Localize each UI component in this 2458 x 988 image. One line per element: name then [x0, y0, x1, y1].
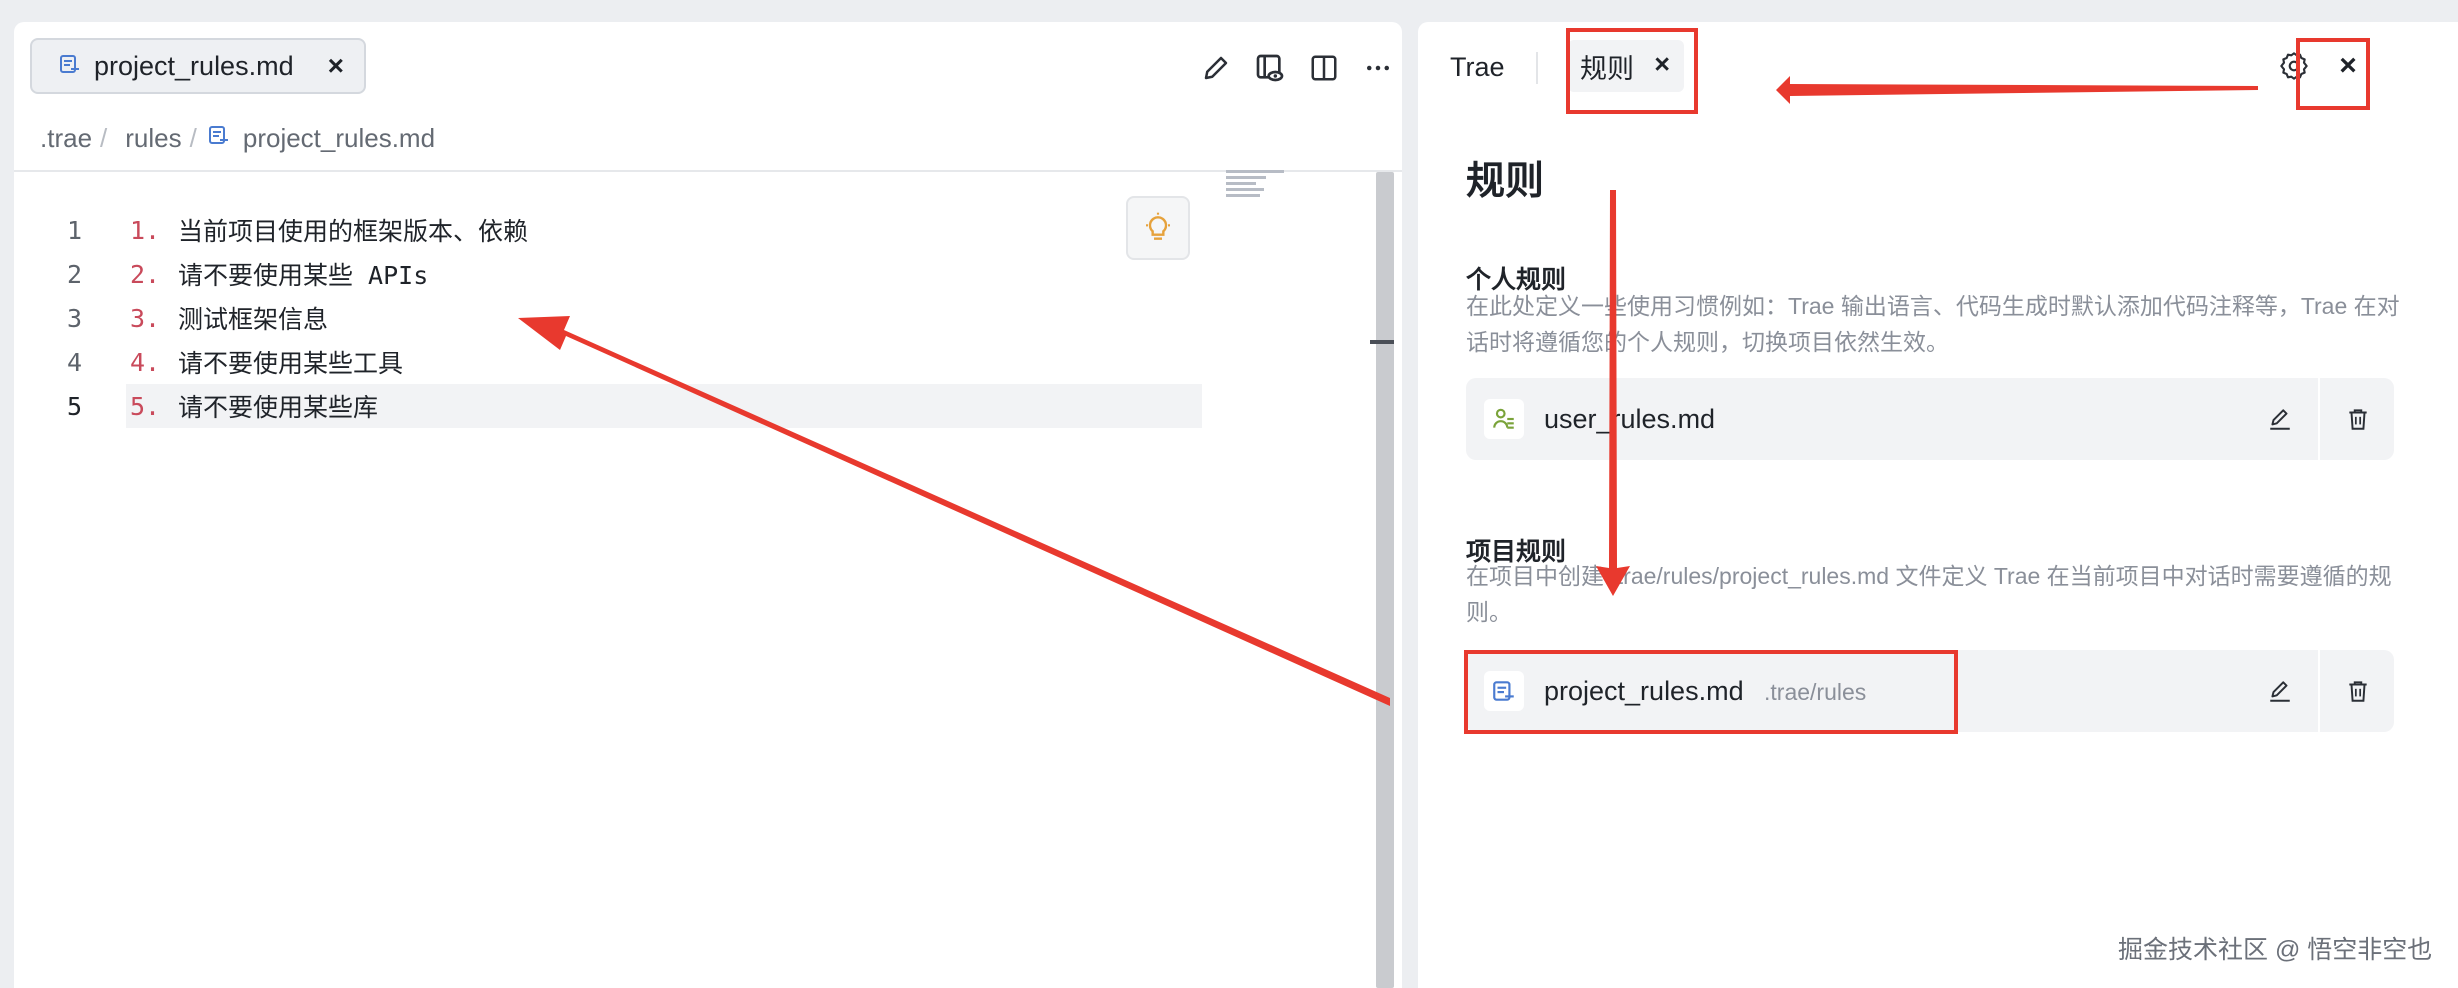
list-marker: 3.	[130, 303, 161, 333]
list-marker: 1.	[130, 215, 161, 245]
line-text: 请不要使用某些库	[178, 393, 379, 422]
line-number: 3	[66, 303, 82, 333]
markdown-file-icon	[58, 52, 82, 81]
trash-icon[interactable]	[2340, 673, 2376, 709]
line-text: 请不要使用某些工具	[178, 349, 404, 378]
breadcrumb: .trae / rules / project_rules.md	[40, 118, 435, 158]
vertical-scrollbar[interactable]	[1376, 172, 1394, 988]
editor-panel: project_rules.md × .trae / rules / proje…	[14, 22, 1402, 988]
edit-icon[interactable]	[2262, 401, 2298, 437]
line-text: 测试框架信息	[178, 305, 329, 334]
code-line-active[interactable]: 5 5. 请不要使用某些库	[14, 384, 1214, 428]
file-tab-label: project_rules.md	[94, 50, 294, 81]
panel-title: 规则	[1466, 160, 1545, 203]
markdown-file-icon	[207, 123, 231, 154]
preview-icon[interactable]	[1252, 50, 1288, 86]
cursor-position-marker	[1370, 340, 1394, 344]
list-marker: 4.	[130, 347, 161, 377]
line-text: 当前项目使用的框架版本、依赖	[178, 217, 529, 246]
action-divider	[2318, 650, 2320, 732]
editor-tabbar: project_rules.md ×	[14, 22, 1402, 104]
watermark: 掘金技术社区 @ 悟空非空也	[2118, 936, 2433, 964]
edit-icon[interactable]	[2262, 673, 2298, 709]
rules-panel: Trae 规则 × × 规则 个人规则 在此处定义一些使用习惯例如：Trae 输…	[1418, 22, 2458, 988]
split-editor-icon[interactable]	[1306, 50, 1342, 86]
code-line[interactable]: 4 4. 请不要使用某些工具	[14, 340, 1214, 384]
divider	[14, 170, 1402, 172]
code-line[interactable]: 3 3. 测试框架信息	[14, 296, 1214, 340]
user-rules-filename: user_rules.md	[1544, 404, 1716, 434]
list-marker: 5.	[130, 391, 161, 421]
code-line[interactable]: 1 1. 当前项目使用的框架版本、依赖	[14, 208, 1214, 252]
close-tab-icon[interactable]: ×	[328, 50, 344, 82]
line-number: 5	[66, 391, 82, 421]
line-number: 2	[66, 259, 82, 289]
user-file-icon	[1484, 399, 1524, 439]
breadcrumb-item-file[interactable]: project_rules.md	[243, 123, 435, 154]
tab-separator	[1536, 52, 1538, 84]
annotation-box-project-file	[1464, 650, 1958, 734]
user-rules-card[interactable]: user_rules.md	[1466, 378, 2394, 460]
lightbulb-icon[interactable]	[1126, 196, 1190, 260]
breadcrumb-separator: /	[100, 122, 108, 153]
breadcrumb-separator: /	[189, 122, 197, 153]
line-number: 1	[66, 215, 82, 245]
code-editor[interactable]: 1 1. 当前项目使用的框架版本、依赖 2 2. 请不要使用某些 APIs 3 …	[14, 208, 1214, 428]
line-number: 4	[66, 347, 82, 377]
trash-icon[interactable]	[2340, 401, 2376, 437]
action-divider	[2318, 378, 2320, 460]
edit-icon[interactable]	[1198, 50, 1234, 86]
annotation-box-rules-tab	[1566, 28, 1698, 114]
minimap[interactable]	[1226, 170, 1296, 210]
code-line[interactable]: 2 2. 请不要使用某些 APIs	[14, 252, 1214, 296]
project-rules-description: 在项目中创建 .trae/rules/project_rules.md 文件定义…	[1466, 563, 2392, 625]
breadcrumb-item-trae[interactable]: .trae	[40, 123, 92, 154]
annotation-box-gear	[2296, 38, 2370, 110]
list-marker: 2.	[130, 259, 161, 289]
tab-trae[interactable]: Trae	[1450, 52, 1505, 83]
personal-rules-description: 在此处定义一些使用习惯例如：Trae 输出语言、代码生成时默认添加代码注释等，T…	[1466, 293, 2400, 355]
more-icon[interactable]	[1360, 50, 1396, 86]
breadcrumb-item-rules[interactable]: rules	[125, 123, 181, 154]
file-tab-project-rules[interactable]: project_rules.md ×	[30, 38, 366, 94]
line-text: 请不要使用某些 APIs	[178, 261, 429, 290]
